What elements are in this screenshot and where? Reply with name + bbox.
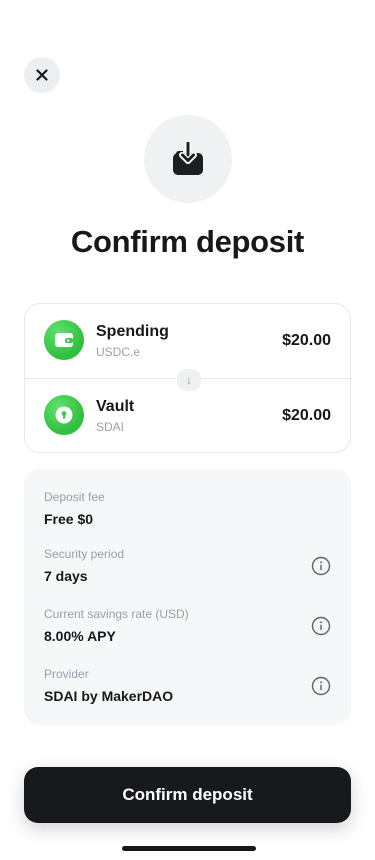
info-icon[interactable] <box>311 676 331 696</box>
vault-coin <box>44 395 84 435</box>
detail-savings-rate: Current savings rate (USD) 8.00% APY <box>44 606 331 645</box>
vault-icon <box>55 406 73 424</box>
home-indicator <box>122 846 256 851</box>
download-box-icon <box>173 142 203 175</box>
transfer-card: Spending USDC.e $20.00 Vault SDAI $20.00… <box>24 303 351 453</box>
from-token: USDC.e <box>96 345 141 359</box>
page-title: Confirm deposit <box>70 224 305 259</box>
deposit-details-panel: Deposit fee Free $0 Security period 7 da… <box>24 469 351 725</box>
detail-provider: Provider SDAI by MakerDAO <box>44 666 331 705</box>
detail-deposit-fee: Deposit fee Free $0 <box>44 489 331 528</box>
close-button[interactable] <box>24 57 60 93</box>
from-account-name: Spending <box>96 323 169 340</box>
detail-label: Deposit fee <box>44 490 105 504</box>
info-icon[interactable] <box>311 616 331 636</box>
close-icon <box>36 69 48 81</box>
to-token: SDAI <box>96 420 125 434</box>
spending-coin <box>44 320 84 360</box>
detail-value: 8.00% APY <box>44 628 116 644</box>
detail-value: 7 days <box>44 568 88 584</box>
confirm-deposit-button[interactable]: Confirm deposit <box>24 767 351 823</box>
info-icon[interactable] <box>311 556 331 576</box>
detail-security-period: Security period 7 days <box>44 546 331 585</box>
detail-value: SDAI by MakerDAO <box>44 688 174 704</box>
wallet-icon <box>55 333 73 347</box>
to-account-name: Vault <box>96 398 135 415</box>
arrow-down-icon: ↓ <box>176 368 202 392</box>
from-amount: $20.00 <box>282 332 331 349</box>
to-amount: $20.00 <box>282 407 331 424</box>
deposit-hero-icon-circle <box>144 115 232 203</box>
detail-label: Security period <box>44 547 125 561</box>
detail-label: Current savings rate (USD) <box>44 607 189 621</box>
detail-label: Provider <box>44 667 89 681</box>
detail-value: Free $0 <box>44 511 94 527</box>
transfer-from-row: Spending USDC.e $20.00 <box>25 304 350 378</box>
